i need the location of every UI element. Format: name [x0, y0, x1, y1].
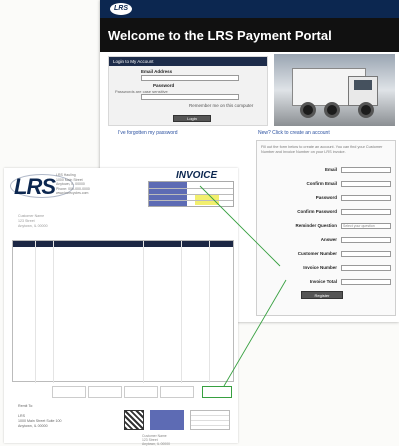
login-panel-title: Login to My Account	[109, 57, 267, 66]
registration-form: Fill out the form below to create an acc…	[256, 140, 396, 316]
reg-answer-label: Answer	[320, 237, 337, 242]
password-field[interactable]	[141, 94, 239, 100]
reg-invoice-number-field[interactable]	[341, 265, 391, 271]
reg-reminder-question-label: Reminder Question	[295, 223, 337, 228]
portal-welcome-title: Welcome to the LRS Payment Portal	[100, 18, 399, 52]
invoice-title: INVOICE	[176, 170, 218, 181]
reg-reminder-question-select[interactable]: Select your question	[341, 223, 391, 229]
register-button[interactable]: Register	[301, 291, 343, 299]
reg-answer-field[interactable]	[341, 237, 391, 243]
portal-topbar: LRS	[100, 0, 399, 18]
reg-confirm-password-label: Confirm Password	[297, 209, 337, 214]
invoice-remit-to: Remit To: LRS 1000 Main Street Suite 100…	[18, 404, 62, 428]
sample-invoice: LRS LRS Hauling 1000 Main Street Anytown…	[4, 168, 238, 446]
reg-invoice-number-label: Invoice Number	[303, 265, 337, 270]
invoice-totals-row	[12, 386, 234, 398]
invoice-total-highlight	[202, 386, 232, 398]
invoice-line-items-table	[12, 240, 234, 383]
registration-note: Fill out the form below to create an acc…	[261, 145, 383, 154]
reg-password-label: Password	[315, 195, 337, 200]
invoice-company-address: LRS Hauling 1000 Main Street Anytown, IL…	[56, 173, 90, 196]
reg-email-label: Email	[324, 167, 337, 172]
qr-code	[124, 410, 144, 430]
create-account-link[interactable]: New? Click to create an account	[258, 130, 330, 136]
reg-invoice-total-label: Invoice Total	[309, 279, 337, 284]
remember-me-checkbox[interactable]: Remember me on this computer	[189, 103, 253, 108]
invoice-bill-to: Customer Name 123 Street Anytown, IL 000…	[18, 214, 48, 228]
remit-amount-box	[190, 410, 230, 430]
remit-blue-block	[150, 410, 184, 430]
password-label: Password	[153, 83, 175, 88]
garbage-truck-photo	[274, 54, 395, 126]
reg-confirm-email-field[interactable]	[341, 181, 391, 187]
login-panel: Login to My Account Email Address Passwo…	[108, 56, 268, 126]
reg-confirm-email-label: Confirm Email	[306, 181, 337, 186]
email-field[interactable]	[141, 75, 239, 81]
reg-invoice-total-field[interactable]	[341, 279, 391, 285]
invoice-summary-box	[148, 181, 234, 207]
lrs-logo: LRS	[110, 3, 132, 15]
reg-email-field[interactable]	[341, 167, 391, 173]
reg-confirm-password-field[interactable]	[341, 209, 391, 215]
login-button[interactable]: Login	[173, 115, 211, 122]
reg-password-field[interactable]	[341, 195, 391, 201]
reg-customer-number-label: Customer Number	[297, 251, 337, 256]
invoice-lrs-logo: LRS	[14, 174, 56, 199]
remit-mailing-address: Customer Name 123 Street Anytown, IL 000…	[142, 434, 170, 446]
invoice-table-header	[13, 241, 233, 247]
reg-customer-number-field[interactable]	[341, 251, 391, 257]
forgot-password-link[interactable]: I've forgotten my password	[118, 130, 178, 136]
email-label: Email Address	[141, 69, 173, 74]
